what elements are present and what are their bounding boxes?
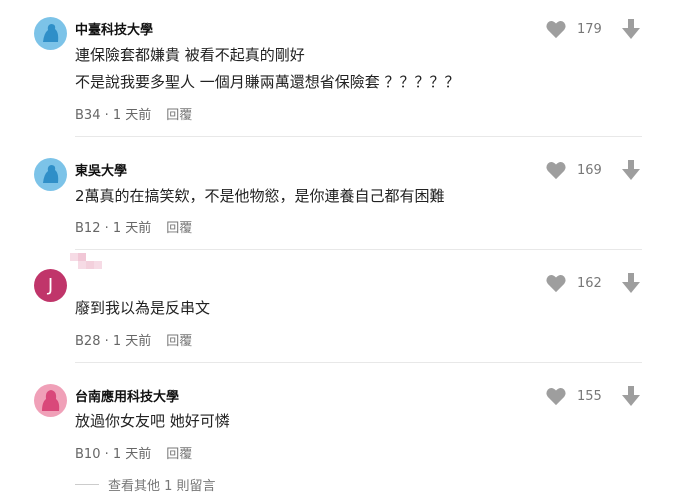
reply-button[interactable]: 回覆 <box>166 108 192 123</box>
reply-button[interactable]: 回覆 <box>166 447 192 462</box>
avatar[interactable] <box>34 17 67 50</box>
comment-line: 連保險套都嫌貴 被看不起真的剛好 <box>75 46 305 64</box>
comment-line: 不是說我要多聖人 一個月賺兩萬還想省保險套 ？？？？？ <box>75 73 460 91</box>
avatar[interactable] <box>34 384 67 417</box>
view-more-replies-link[interactable]: 查看其他 1 則留言 <box>75 475 216 494</box>
comment-line: 2萬真的在搞笑欸，不是他物慾，是你連養自己都有困難 <box>75 187 445 205</box>
comment-text: 連保險套都嫌貴 被看不起真的剛好 不是說我要多聖人 一個月賺兩萬還想省保險套 ？… <box>75 42 460 96</box>
comment-item: 東吳大學 2萬真的在搞笑欸，不是他物慾，是你連養自己都有困難 B12 · 1 天… <box>0 137 696 250</box>
like-count: 162 <box>577 275 602 291</box>
floor-label: B10 <box>75 447 101 462</box>
comment-meta: B10 · 1 天前 回覆 <box>75 447 193 462</box>
floor-label: B12 <box>75 221 101 236</box>
like-button[interactable]: 155 <box>545 386 602 406</box>
avatar[interactable]: J <box>34 269 67 302</box>
comment-line: 廢到我以為是反串文 <box>75 299 211 317</box>
comment-item: 台南應用科技大學 放過你女友吧 她好可憐 B10 · 1 天前 回覆 155 <box>0 363 696 476</box>
arrow-down-icon[interactable] <box>622 273 640 293</box>
author-name[interactable]: 中臺科技大學 <box>75 19 153 38</box>
timestamp: 1 天前 <box>112 108 152 123</box>
floor-label: B28 <box>75 334 101 349</box>
heart-icon <box>546 388 566 406</box>
comment-meta: B12 · 1 天前 回覆 <box>75 221 193 236</box>
heart-icon <box>546 21 566 39</box>
school-avatar-icon <box>43 165 59 183</box>
timestamp: 1 天前 <box>112 447 152 462</box>
comment-text: 廢到我以為是反串文 <box>75 295 210 322</box>
like-count: 169 <box>577 162 602 178</box>
author-name-blurred[interactable] <box>70 253 102 275</box>
like-button[interactable]: 169 <box>545 160 602 180</box>
school-avatar-icon <box>43 24 59 42</box>
reply-button[interactable]: 回覆 <box>166 334 192 349</box>
comment-text: 2萬真的在搞笑欸，不是他物慾，是你連養自己都有困難 <box>75 183 445 210</box>
avatar[interactable] <box>34 158 67 191</box>
heart-icon <box>546 275 566 293</box>
timestamp: 1 天前 <box>112 334 152 349</box>
floor-label: B34 <box>75 108 101 123</box>
author-name[interactable]: 東吳大學 <box>75 160 127 179</box>
author-name[interactable]: 台南應用科技大學 <box>75 386 179 405</box>
comment-meta: B34 · 1 天前 回覆 <box>75 108 193 123</box>
divider <box>75 484 99 485</box>
like-count: 155 <box>577 388 602 404</box>
arrow-down-icon[interactable] <box>622 386 640 406</box>
comment-meta: B28 · 1 天前 回覆 <box>75 334 193 349</box>
female-avatar-icon <box>42 390 60 411</box>
like-button[interactable]: 179 <box>545 19 602 39</box>
like-button[interactable]: 162 <box>545 273 602 293</box>
timestamp: 1 天前 <box>112 221 152 236</box>
comment-line: 放過你女友吧 她好可憐 <box>75 412 230 430</box>
arrow-down-icon[interactable] <box>622 160 640 180</box>
comment-item: 中臺科技大學 連保險套都嫌貴 被看不起真的剛好 不是說我要多聖人 一個月賺兩萬還… <box>0 0 696 137</box>
comment-text: 放過你女友吧 她好可憐 <box>75 408 230 435</box>
like-count: 179 <box>577 21 602 37</box>
reply-button[interactable]: 回覆 <box>166 221 192 236</box>
arrow-down-icon[interactable] <box>622 19 640 39</box>
heart-icon <box>546 162 566 180</box>
view-more-replies-label: 查看其他 1 則留言 <box>108 479 216 494</box>
comment-item: J 廢到我以為是反串文 B28 · 1 天前 回覆 162 <box>0 250 696 363</box>
